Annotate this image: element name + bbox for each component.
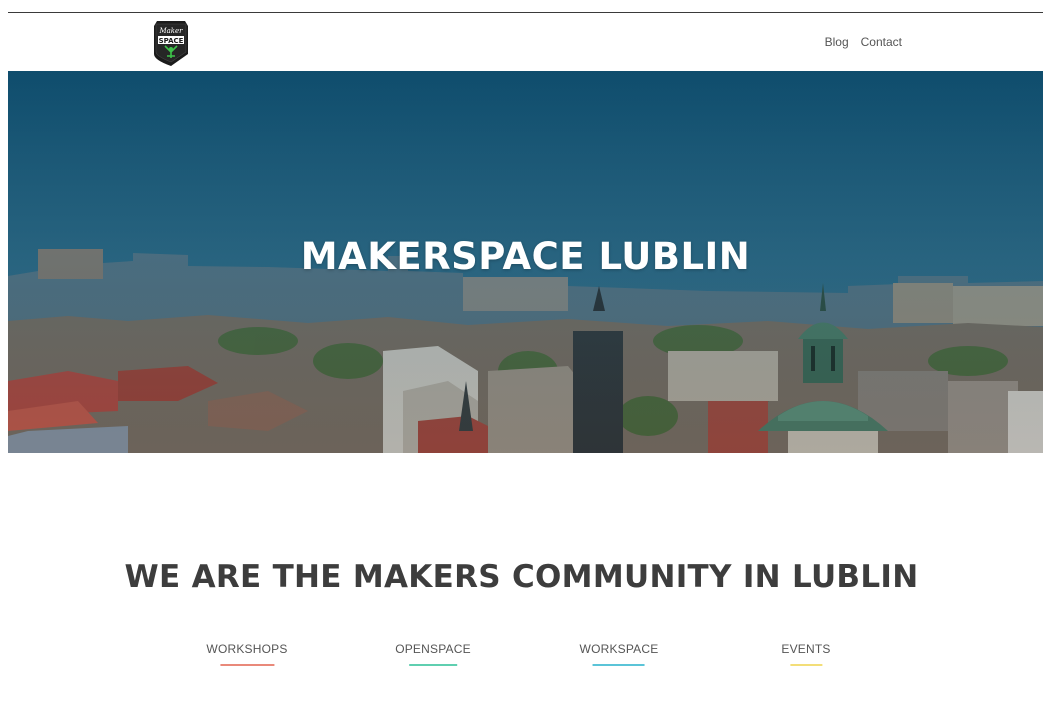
site-header: Maker SPACE Blog Contact [8, 13, 1043, 71]
community-tagline: WE ARE THE MAKERS COMMUNITY IN LUBLIN [124, 558, 919, 595]
nav-contact-link[interactable]: Contact [861, 35, 902, 49]
hero-banner: MAKERSPACE LUBLIN [8, 71, 1043, 453]
feature-workshops-underline [220, 664, 274, 666]
feature-events-underline [790, 664, 822, 666]
feature-openspace-label: OPENSPACE [395, 642, 471, 656]
feature-workshops[interactable]: WORKSHOPS [206, 642, 287, 666]
feature-events-label: EVENTS [781, 642, 831, 656]
feature-openspace-underline [408, 664, 457, 666]
makerspace-logo-icon: Maker SPACE [154, 21, 188, 66]
feature-links: WORKSHOPS OPENSPACE WORKSPACE EVENTS [0, 642, 1043, 682]
feature-events[interactable]: EVENTS [781, 642, 830, 666]
feature-workspace-underline [592, 664, 645, 666]
svg-text:Maker: Maker [158, 27, 183, 35]
feature-openspace[interactable]: OPENSPACE [395, 642, 471, 666]
makerspace-logo[interactable]: Maker SPACE [152, 18, 190, 66]
feature-workshops-label: WORKSHOPS [206, 642, 288, 656]
nav-blog-link[interactable]: Blog [825, 35, 849, 49]
page: Maker SPACE Blog Contact MAKERSPACE LUBL… [0, 0, 1043, 702]
hero-title: MAKERSPACE LUBLIN [300, 235, 751, 278]
main-nav: Blog Contact [825, 35, 902, 49]
feature-workspace[interactable]: WORKSPACE [580, 642, 659, 666]
feature-workspace-label: WORKSPACE [579, 642, 659, 656]
svg-text:SPACE: SPACE [159, 37, 184, 45]
